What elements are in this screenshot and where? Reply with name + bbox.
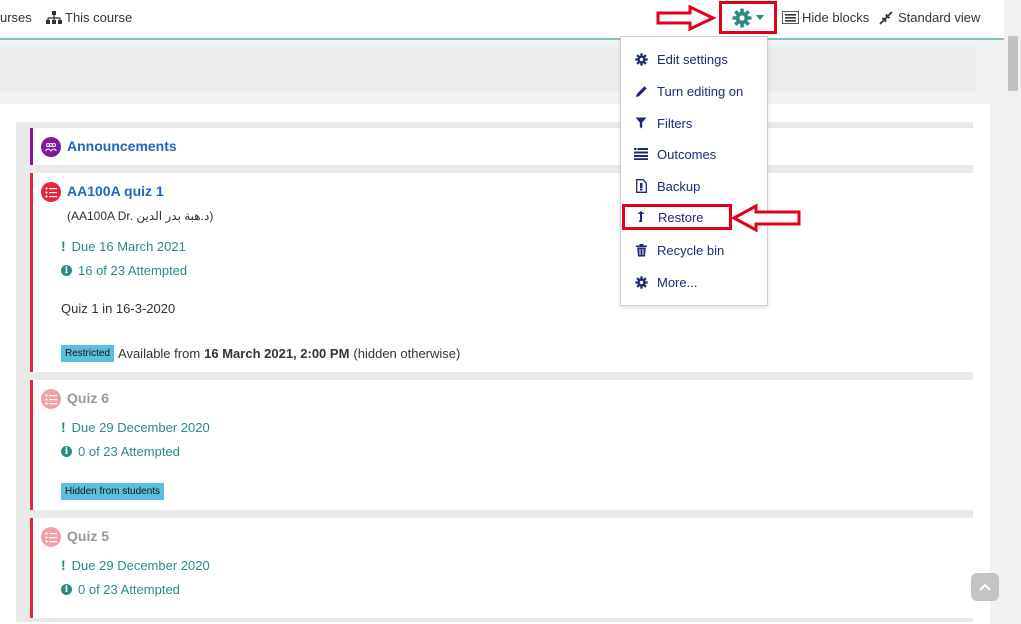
info-icon: i <box>61 265 72 276</box>
quiz6-link[interactable]: Quiz 6 <box>67 390 109 406</box>
activity-quiz1: AA100A quiz 1 (AA100A Dr. د.هبة بدر الدي… <box>30 173 974 372</box>
hide-blocks-link[interactable]: Hide blocks <box>782 10 869 25</box>
menu-label: Edit settings <box>657 51 728 67</box>
quiz6-attempted-line[interactable]: i 0 of 23 Attempted <box>61 444 180 459</box>
menu-item-more[interactable]: More... <box>621 269 767 295</box>
annotation-arrow-restore <box>731 203 801 233</box>
quiz1-restriction: Restricted Available from 16 March 2021,… <box>61 345 460 362</box>
standard-view-link[interactable]: Standard view <box>879 10 980 25</box>
backup-file-icon <box>634 179 648 193</box>
menu-item-backup[interactable]: Backup <box>621 173 767 199</box>
scroll-to-top-button[interactable] <box>971 573 999 601</box>
quiz5-link[interactable]: Quiz 5 <box>67 528 109 544</box>
quiz1-description: Quiz 1 in 16-3-2020 <box>61 301 176 316</box>
menu-item-filters[interactable]: Filters <box>621 110 767 136</box>
restricted-badge: Restricted <box>61 345 115 362</box>
quiz6-visibility: Hidden from students <box>61 483 165 500</box>
menu-label: Restore <box>658 209 704 225</box>
vertical-scrollbar[interactable] <box>1005 0 1021 610</box>
menu-item-edit-settings[interactable]: Edit settings <box>621 46 767 72</box>
course-admin-gear-button[interactable] <box>719 1 777 34</box>
menu-label: Recycle bin <box>657 242 725 258</box>
outcomes-icon <box>634 147 648 161</box>
quiz1-link[interactable]: AA100A quiz 1 <box>67 183 164 199</box>
quiz5-due-line: ! Due 29 December 2020 <box>61 557 210 573</box>
course-admin-dropdown: Edit settings Turn editing on Filters Ou… <box>620 36 768 306</box>
quiz1-attempted-line[interactable]: i 16 of 23 Attempted <box>61 263 187 278</box>
top-navbar: urses This course Hide blocks Standard v… <box>0 0 1004 40</box>
quiz6-due: Due 29 December 2020 <box>71 419 210 435</box>
quiz-icon <box>41 389 61 409</box>
menu-label: Turn editing on <box>657 83 744 99</box>
compress-icon <box>879 10 893 25</box>
quiz-icon <box>41 527 61 547</box>
trash-icon <box>634 243 648 257</box>
menu-item-restore[interactable]: Restore <box>622 204 732 230</box>
sitemap-icon <box>46 10 62 24</box>
gear-icon <box>634 52 648 66</box>
menu-item-turn-editing-on[interactable]: Turn editing on <box>621 78 767 104</box>
nav-this-course-label: This course <box>65 10 133 25</box>
restriction-date: 16 March 2021, 2:00 PM <box>204 346 350 361</box>
list-icon <box>782 11 799 24</box>
hidden-badge: Hidden from students <box>61 483 165 500</box>
activity-quiz5: Quiz 5 ! Due 29 December 2020 i 0 of 23 … <box>30 518 974 618</box>
scrollbar-thumb[interactable] <box>1008 36 1018 91</box>
page-header-strip <box>0 47 976 92</box>
activity-quiz6: Quiz 6 ! Due 29 December 2020 i 0 of 23 … <box>30 380 974 510</box>
nav-this-course-link[interactable]: This course <box>46 10 132 25</box>
exclamation-icon: ! <box>61 238 66 254</box>
quiz1-due-line: ! Due 16 March 2021 <box>61 238 186 254</box>
announcements-link[interactable]: Announcements <box>67 138 177 154</box>
chevron-up-icon <box>979 583 991 591</box>
menu-label: Outcomes <box>657 146 717 162</box>
activity-announcements: Announcements <box>30 128 974 165</box>
annotation-arrow-gear <box>656 5 716 31</box>
nav-my-courses-link[interactable]: urses <box>0 10 32 25</box>
quiz1-due: Due 16 March 2021 <box>71 238 186 254</box>
standard-view-label: Standard view <box>898 10 981 25</box>
quiz5-attempted-line[interactable]: i 0 of 23 Attempted <box>61 582 180 597</box>
quiz5-due: Due 29 December 2020 <box>71 557 210 573</box>
quiz1-attempted: 16 of 23 Attempted <box>78 263 188 278</box>
menu-item-outcomes[interactable]: Outcomes <box>621 141 767 167</box>
quiz5-attempted: 0 of 23 Attempted <box>78 582 180 597</box>
info-icon: i <box>61 446 72 457</box>
quiz6-due-line: ! Due 29 December 2020 <box>61 419 210 435</box>
restriction-suffix: (hidden otherwise) <box>353 346 461 361</box>
forum-icon <box>41 137 61 157</box>
hide-blocks-label: Hide blocks <box>802 10 870 25</box>
exclamation-icon: ! <box>61 419 66 435</box>
info-icon: i <box>61 584 72 595</box>
quiz6-attempted: 0 of 23 Attempted <box>78 444 180 459</box>
menu-label: Filters <box>657 115 693 131</box>
menu-label: More... <box>657 274 698 290</box>
pencil-icon <box>634 84 648 98</box>
restore-arrow-icon <box>635 210 649 224</box>
filter-icon <box>634 116 648 130</box>
gear-icon <box>634 275 648 289</box>
quiz-icon <box>41 182 61 202</box>
chevron-down-icon <box>756 15 764 20</box>
menu-label: Backup <box>657 178 701 194</box>
restriction-prefix: Available from <box>118 346 201 361</box>
menu-item-recycle-bin[interactable]: Recycle bin <box>621 237 767 263</box>
gear-icon <box>732 8 752 27</box>
quiz1-subtitle: (AA100A Dr. د.هبة بدر الدين) <box>67 209 214 223</box>
exclamation-icon: ! <box>61 557 66 573</box>
